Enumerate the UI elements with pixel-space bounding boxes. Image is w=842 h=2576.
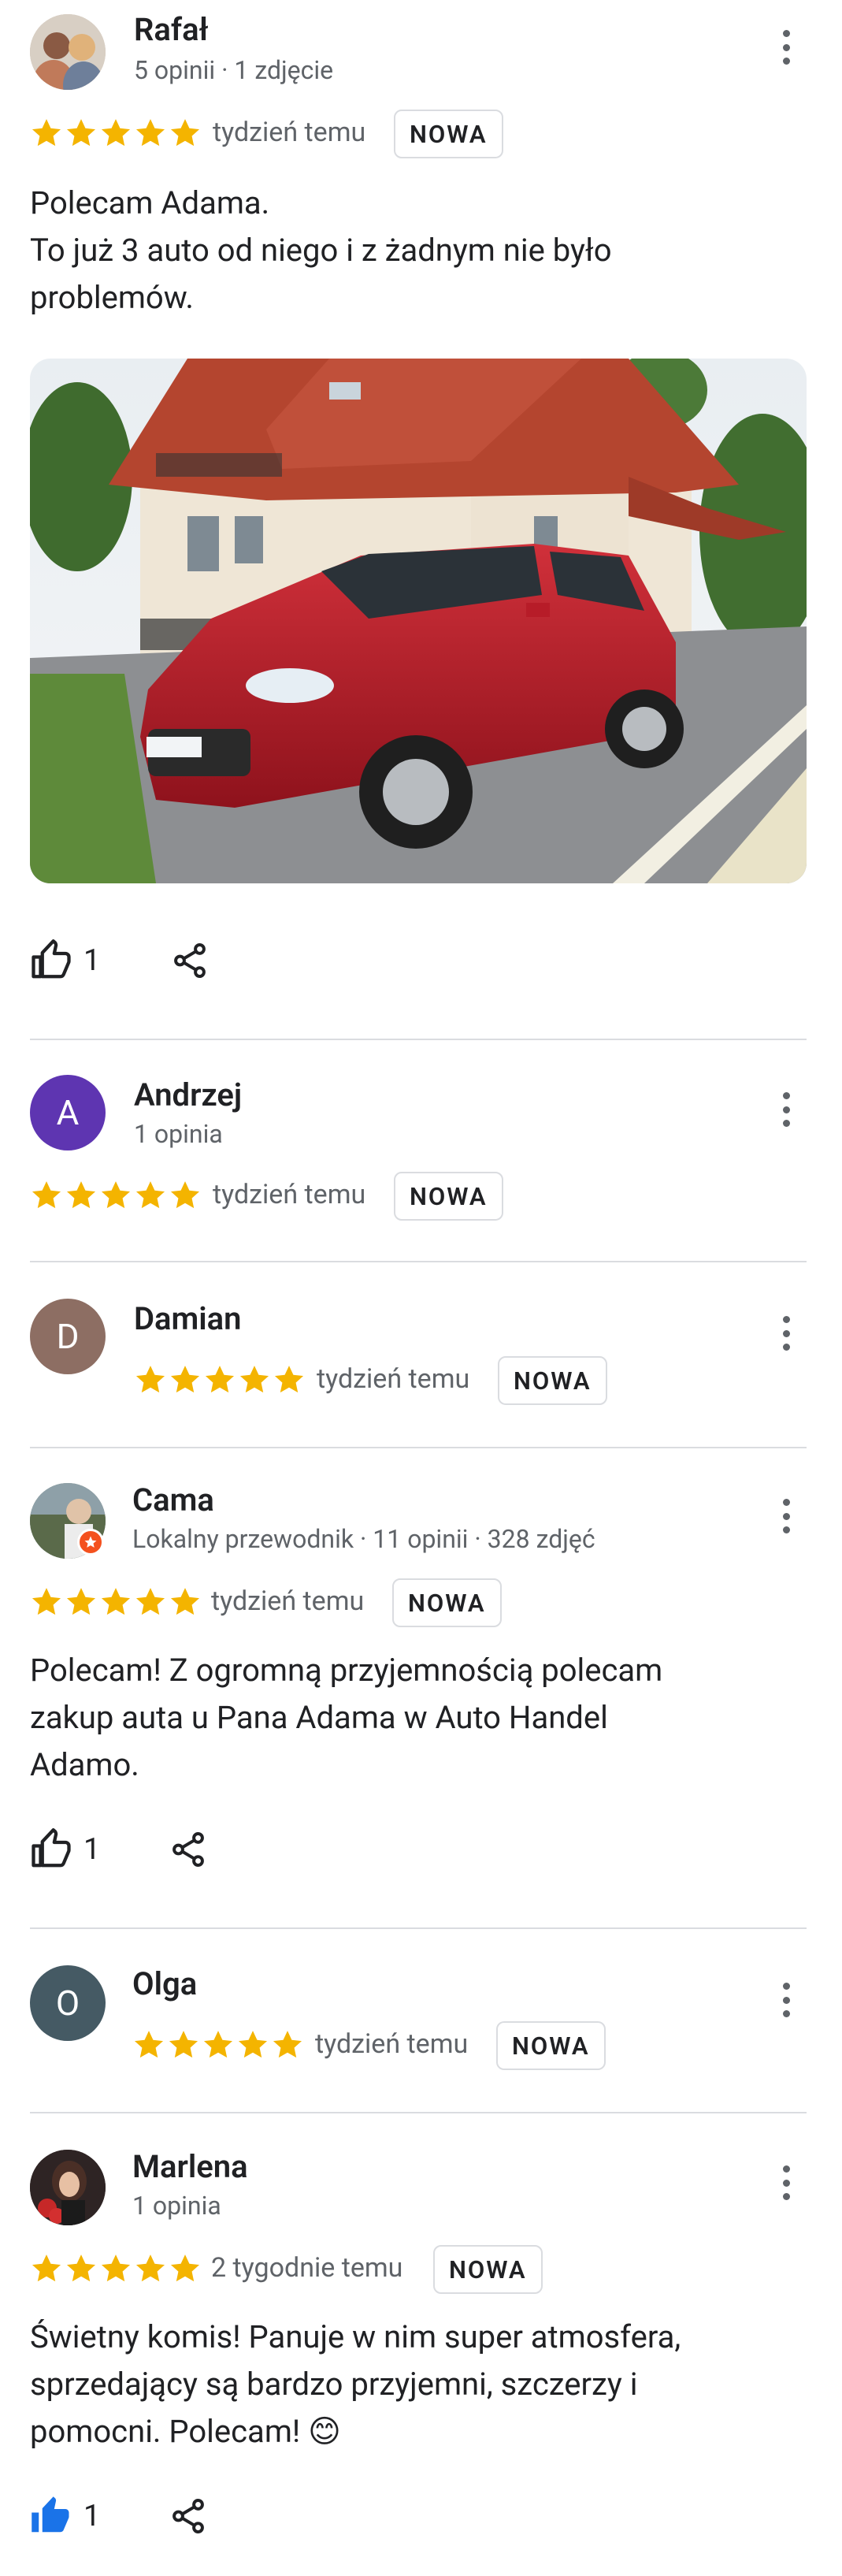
star-icon: [30, 1585, 63, 1619]
reviewer-name[interactable]: Damian: [134, 1300, 242, 1337]
star-icon: [169, 117, 202, 150]
more-options-icon[interactable]: [774, 1087, 798, 1132]
star-icon: [134, 1179, 167, 1212]
thumbs-up-icon: [32, 1828, 71, 1868]
star-icon: [236, 2028, 269, 2061]
star-rating: [134, 1363, 306, 1396]
star-rating: [30, 1585, 202, 1619]
star-icon: [134, 1585, 167, 1619]
reviewer-name[interactable]: Olga: [132, 1965, 197, 2002]
avatar[interactable]: O: [30, 1965, 106, 2041]
reviewer-name[interactable]: Marlena: [132, 2148, 248, 2185]
review-date: tydzień temu: [317, 1363, 470, 1395]
star-rating: [30, 1179, 202, 1212]
more-options-icon[interactable]: [774, 1311, 798, 1355]
divider: [30, 1039, 807, 1040]
review-text: Polecam Adama. To już 3 auto od niego i …: [30, 184, 612, 316]
star-icon: [134, 117, 167, 150]
star-icon: [203, 1363, 236, 1396]
star-rating: [30, 117, 202, 150]
like-count: 1: [83, 943, 101, 978]
star-icon: [169, 1179, 202, 1212]
divider: [30, 1447, 807, 1448]
reviewer-meta: 1 opinia: [134, 1119, 223, 1149]
reviewer-name[interactable]: Cama: [132, 1481, 214, 1518]
reviewer-meta: 5 opinii · 1 zdjęcie: [134, 55, 334, 85]
share-icon: [174, 943, 206, 978]
more-options-icon[interactable]: [774, 1978, 798, 2022]
star-icon: [65, 1585, 98, 1619]
more-options-icon[interactable]: [774, 1494, 798, 1538]
review-date: 2 tygodnie temu: [211, 2252, 403, 2284]
star-icon: [30, 1179, 63, 1212]
star-icon: [65, 117, 98, 150]
star-icon: [99, 1179, 132, 1212]
star-icon: [271, 2028, 304, 2061]
share-button[interactable]: [169, 2495, 208, 2537]
star-icon: [202, 2028, 235, 2061]
share-icon: [172, 2499, 204, 2533]
new-badge: NOWA: [394, 1172, 503, 1221]
review-date: tydzień temu: [315, 2028, 469, 2060]
share-icon: [172, 1832, 204, 1867]
reviewer-meta: 1 opinia: [132, 2191, 221, 2221]
thumbs-up-filled-icon: [32, 2496, 69, 2533]
new-badge: NOWA: [496, 2021, 606, 2070]
like-count: 1: [83, 1832, 101, 1867]
reviewer-name[interactable]: Rafał: [134, 11, 209, 48]
like-button[interactable]: 1: [30, 939, 100, 982]
like-button[interactable]: 1: [30, 1828, 100, 1871]
star-icon: [238, 1363, 271, 1396]
star-icon: [134, 1363, 167, 1396]
reviewer-meta: Lokalny przewodnik · 11 opinii · 328 zdj…: [132, 1524, 595, 1554]
divider: [30, 1927, 807, 1929]
star-icon: [65, 2252, 98, 2285]
review-date: tydzień temu: [211, 1585, 365, 1617]
star-icon: [99, 2252, 132, 2285]
more-options-icon[interactable]: [774, 2161, 798, 2205]
star-icon: [99, 1585, 132, 1619]
avatar[interactable]: D: [30, 1299, 106, 1374]
new-badge: NOWA: [394, 110, 503, 158]
review-date: tydzień temu: [213, 117, 366, 148]
star-rating: [132, 2028, 304, 2061]
thumbs-up-icon: [32, 939, 71, 979]
divider: [30, 1261, 807, 1262]
new-badge: NOWA: [433, 2245, 543, 2294]
new-badge: NOWA: [498, 1356, 607, 1405]
review-text: Polecam! Z ogromną przyjemnością polecam…: [30, 1652, 663, 1783]
avatar[interactable]: A: [30, 1075, 106, 1150]
star-rating: [30, 2252, 202, 2285]
review-date: tydzień temu: [213, 1179, 366, 1210]
like-count: 1: [83, 2499, 101, 2533]
share-button[interactable]: [169, 1828, 208, 1871]
star-icon: [65, 1179, 98, 1212]
star-icon: [167, 2028, 200, 2061]
divider: [30, 2112, 807, 2113]
star-icon: [169, 1585, 202, 1619]
review-text: Świetny komis! Panuje w nim super atmosf…: [30, 2318, 681, 2450]
avatar[interactable]: [30, 14, 106, 90]
star-icon: [273, 1363, 306, 1396]
new-badge: NOWA: [392, 1578, 502, 1627]
star-icon: [99, 117, 132, 150]
star-icon: [30, 117, 63, 150]
star-icon: [134, 2252, 167, 2285]
star-icon: [169, 1363, 202, 1396]
avatar[interactable]: [30, 2150, 106, 2225]
like-button[interactable]: 1: [30, 2495, 100, 2537]
review-photo[interactable]: [30, 359, 807, 883]
star-icon: [132, 2028, 165, 2061]
star-icon: [30, 2252, 63, 2285]
star-icon: [169, 2252, 202, 2285]
local-guide-badge-icon: [77, 1529, 104, 1556]
share-button[interactable]: [170, 939, 210, 982]
more-options-icon[interactable]: [774, 25, 798, 69]
reviewer-name[interactable]: Andrzej: [134, 1076, 242, 1113]
